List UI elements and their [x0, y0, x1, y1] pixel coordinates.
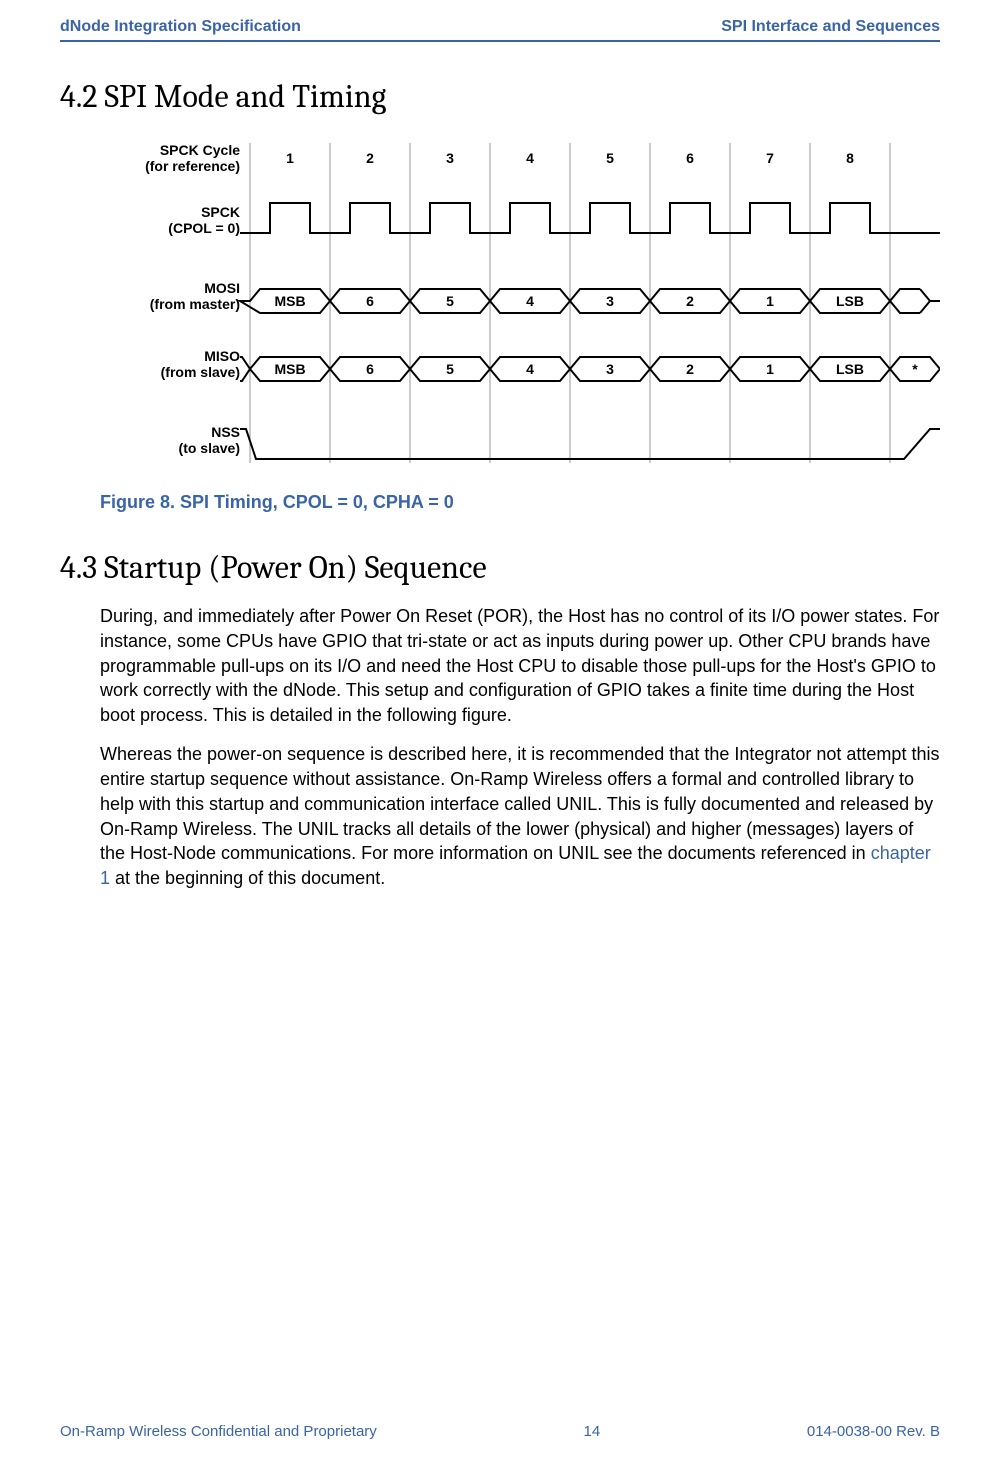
cycle-4: 4 [526, 150, 534, 166]
svg-text:4: 4 [526, 293, 534, 309]
svg-text:2: 2 [686, 361, 694, 377]
heading-4-2: 4.2 SPI Mode and Timing [60, 78, 940, 115]
svg-text:SPCK Cycle: SPCK Cycle [160, 142, 240, 158]
paragraph-1: During, and immediately after Power On R… [100, 604, 940, 728]
svg-text:LSB: LSB [836, 361, 864, 377]
svg-text:3: 3 [606, 293, 614, 309]
svg-text:6: 6 [366, 361, 374, 377]
footer-page-number: 14 [583, 1423, 600, 1440]
cycle-3: 3 [446, 150, 454, 166]
svg-text:MSB: MSB [274, 293, 305, 309]
p2-part-a: Whereas the power-on sequence is describ… [100, 744, 939, 863]
svg-text:NSS: NSS [211, 424, 240, 440]
spi-timing-diagram: SPCK Cycle (for reference) SPCK (CPOL = … [100, 133, 940, 478]
heading-4-3: 4.3 Startup (Power On) Sequence [60, 549, 940, 586]
page-footer: On-Ramp Wireless Confidential and Propri… [60, 1423, 940, 1440]
svg-text:(CPOL = 0): (CPOL = 0) [168, 220, 240, 236]
cycle-5: 5 [606, 150, 614, 166]
footer-left: On-Ramp Wireless Confidential and Propri… [60, 1423, 377, 1440]
svg-text:3: 3 [606, 361, 614, 377]
svg-text:LSB: LSB [836, 293, 864, 309]
svg-text:(from slave): (from slave) [161, 364, 240, 380]
cycle-1: 1 [286, 150, 294, 166]
svg-text:MISO: MISO [204, 348, 240, 364]
cycle-7: 7 [766, 150, 774, 166]
svg-text:2: 2 [686, 293, 694, 309]
svg-text:4: 4 [526, 361, 534, 377]
footer-right: 014-0038-00 Rev. B [807, 1423, 940, 1440]
cycle-6: 6 [686, 150, 694, 166]
svg-text:(to slave): (to slave) [179, 440, 240, 456]
svg-text:(from master): (from master) [150, 296, 240, 312]
figure-8-caption: Figure 8. SPI Timing, CPOL = 0, CPHA = 0 [100, 492, 940, 513]
cycle-8: 8 [846, 150, 854, 166]
svg-text:MSB: MSB [274, 361, 305, 377]
svg-text:5: 5 [446, 293, 454, 309]
header-right: SPI Interface and Sequences [721, 18, 940, 36]
spck-waveform [240, 203, 940, 233]
svg-text:(for reference): (for reference) [145, 158, 240, 174]
page-header: dNode Integration Specification SPI Inte… [60, 0, 940, 42]
header-left: dNode Integration Specification [60, 18, 301, 36]
svg-text:1: 1 [766, 361, 774, 377]
cycle-2: 2 [366, 150, 374, 166]
svg-text:1: 1 [766, 293, 774, 309]
svg-text:MOSI: MOSI [204, 280, 240, 296]
svg-text:*: * [912, 361, 918, 377]
svg-text:5: 5 [446, 361, 454, 377]
svg-text:6: 6 [366, 293, 374, 309]
p2-part-b: at the beginning of this document. [110, 868, 385, 888]
paragraph-2: Whereas the power-on sequence is describ… [100, 742, 940, 891]
svg-text:SPCK: SPCK [201, 204, 240, 220]
nss-waveform [240, 429, 940, 459]
